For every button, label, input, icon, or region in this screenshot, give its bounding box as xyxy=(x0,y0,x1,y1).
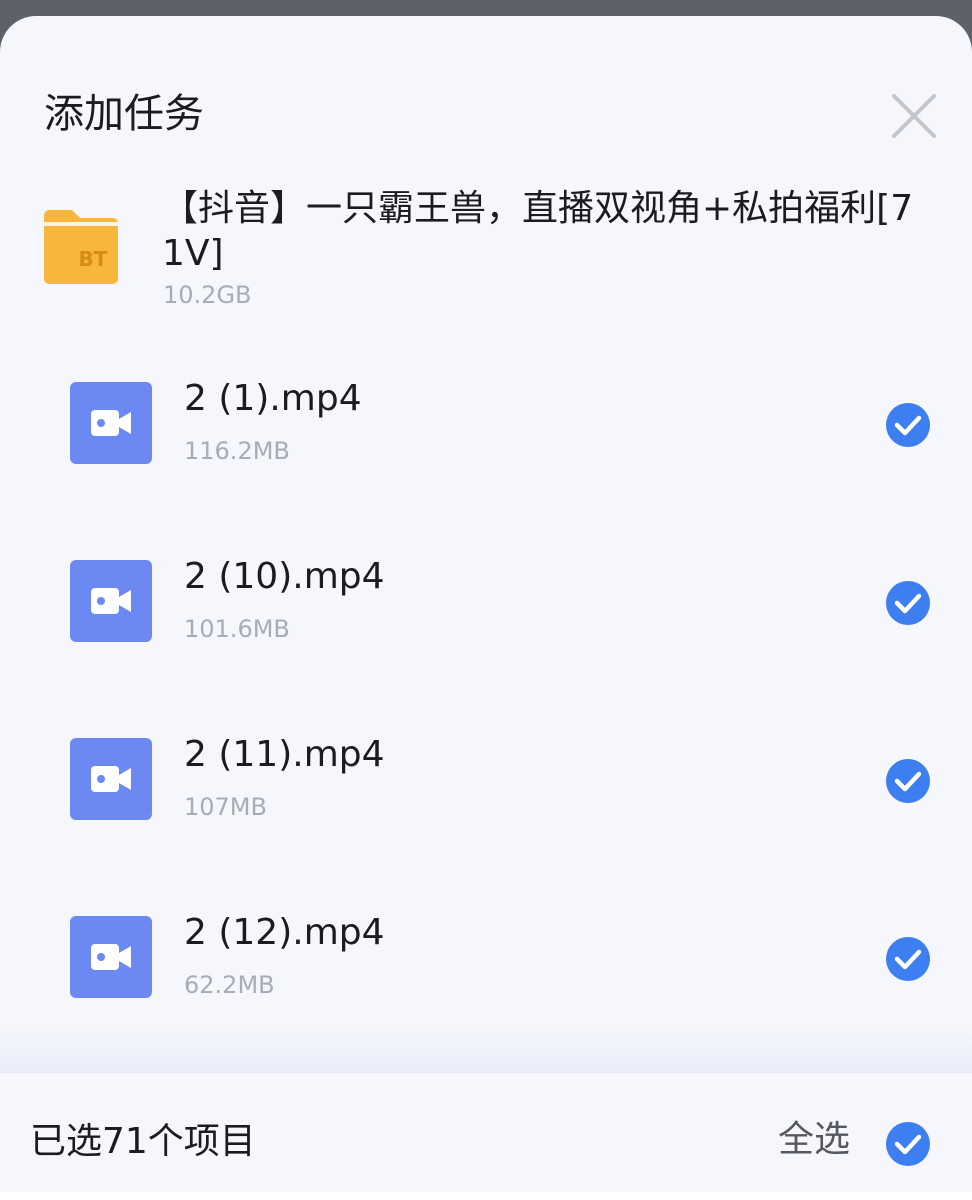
check-circle-icon xyxy=(886,403,930,447)
file-size: 116.2MB xyxy=(184,437,290,465)
check-circle-icon xyxy=(886,937,930,981)
list-scroll-fade xyxy=(0,1026,972,1072)
file-name: 2 (10).mp4 xyxy=(184,556,385,597)
file-list: 2 (1).mp4 116.2MB 2 (10).mp4 101.6MB 2 (… xyxy=(0,346,972,1058)
file-name: 2 (11).mp4 xyxy=(184,734,385,775)
check-circle-icon xyxy=(886,581,930,625)
check-circle-icon xyxy=(886,1122,930,1166)
selected-count: 已选71个项目 xyxy=(30,1121,256,1162)
bt-folder-label: BT xyxy=(79,247,108,271)
video-camera-icon xyxy=(70,916,152,998)
dialog-title: 添加任务 xyxy=(44,91,204,137)
check-circle-icon xyxy=(886,759,930,803)
select-all-button[interactable]: 全选 xyxy=(778,1117,850,1163)
file-size: 62.2MB xyxy=(184,971,275,999)
close-button[interactable] xyxy=(886,88,942,144)
torrent-header: BT 【抖音】一只霸王兽，直播双视角+私拍福利[71V] 10.2GB xyxy=(0,176,972,326)
close-icon xyxy=(892,94,936,138)
file-size: 101.6MB xyxy=(184,615,290,643)
bt-folder-icon: BT xyxy=(40,206,122,288)
video-camera-icon xyxy=(70,382,152,464)
file-row[interactable]: 2 (10).mp4 101.6MB xyxy=(0,524,972,702)
select-all-checkbox[interactable] xyxy=(885,1121,931,1167)
file-row[interactable]: 2 (1).mp4 116.2MB xyxy=(0,346,972,524)
selection-footer: 已选71个项目 全选 xyxy=(0,1072,972,1200)
file-name: 2 (12).mp4 xyxy=(184,912,385,953)
file-checkbox[interactable] xyxy=(885,402,931,448)
video-camera-icon xyxy=(70,738,152,820)
file-name: 2 (1).mp4 xyxy=(184,378,362,419)
torrent-size: 10.2GB xyxy=(163,281,252,309)
file-row[interactable]: 2 (11).mp4 107MB xyxy=(0,702,972,880)
bottom-strip xyxy=(0,1192,972,1200)
torrent-name: 【抖音】一只霸王兽，直播双视角+私拍福利[71V] xyxy=(162,188,914,274)
file-size: 107MB xyxy=(184,793,267,821)
file-checkbox[interactable] xyxy=(885,580,931,626)
video-camera-icon xyxy=(70,560,152,642)
add-task-sheet: 添加任务 BT 【抖音】一只霸王兽，直播双视角+私拍福利[71V] 10.2GB xyxy=(0,16,972,1200)
file-checkbox[interactable] xyxy=(885,936,931,982)
file-checkbox[interactable] xyxy=(885,758,931,804)
